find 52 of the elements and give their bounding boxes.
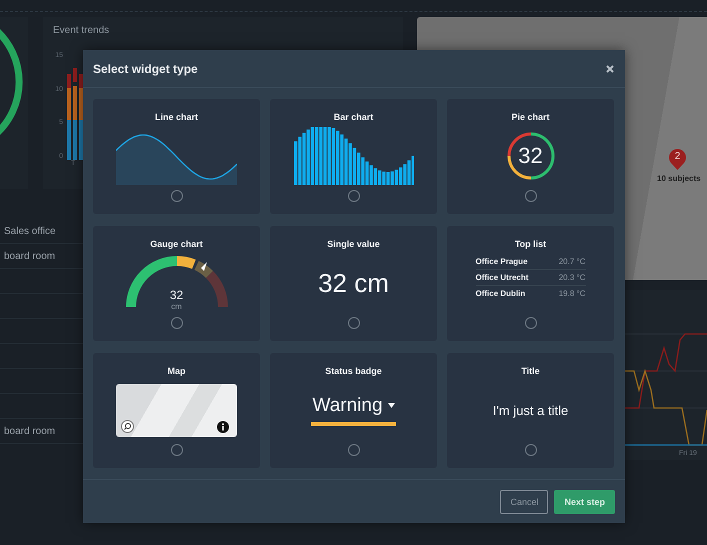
dialog-title: Select widget type bbox=[93, 62, 198, 76]
top-list-value: 20.3 °C bbox=[558, 273, 586, 282]
widget-option[interactable]: Line chart bbox=[93, 99, 260, 214]
table-cell: board room bbox=[4, 426, 56, 436]
widget-option[interactable]: Top list Office Prague 20.7 °C Office Utrecht 20.3 °C Office Dublin 19.8 °C bbox=[447, 226, 614, 342]
widget-title: Single value bbox=[327, 239, 380, 250]
widget-title: Pie chart bbox=[511, 112, 550, 122]
widget-option[interactable]: Status badge Warning bbox=[270, 353, 437, 468]
gauge-unit: cm bbox=[171, 302, 182, 312]
cancel-button[interactable]: Cancel bbox=[500, 490, 548, 514]
table-cell: Sales office bbox=[4, 226, 56, 236]
search-icon bbox=[121, 420, 134, 433]
top-list-name: Office Dublin bbox=[476, 289, 526, 298]
single-value: 32 cm bbox=[318, 268, 389, 299]
widget-option[interactable]: Title I'm just a title bbox=[447, 353, 614, 468]
table-cell: board room bbox=[4, 250, 56, 262]
radio-button[interactable] bbox=[170, 444, 182, 456]
radio-button[interactable] bbox=[348, 444, 360, 456]
widget-option[interactable]: Bar chart bbox=[270, 99, 437, 214]
widget-title: Top list bbox=[514, 239, 546, 250]
ring-chart-icon bbox=[506, 131, 556, 182]
radio-button[interactable] bbox=[524, 317, 536, 330]
status-text: Warning bbox=[312, 394, 383, 417]
panel-title: Event trends bbox=[53, 25, 110, 36]
caret-icon bbox=[388, 403, 395, 408]
top-list-value: 19.8 °C bbox=[558, 289, 586, 298]
widget-option[interactable]: Pie chart 32 bbox=[447, 99, 614, 214]
widget-title: Status badge bbox=[325, 366, 382, 376]
widget-title: Line chart bbox=[154, 112, 198, 122]
marker-label: 10 subjects bbox=[657, 174, 701, 183]
radio-button[interactable] bbox=[348, 190, 360, 202]
widget-option[interactable]: Map bbox=[93, 353, 260, 468]
widget-title: Map bbox=[168, 366, 186, 376]
top-list-name: Office Prague bbox=[476, 257, 528, 266]
radio-button[interactable] bbox=[524, 444, 536, 456]
close-button[interactable] bbox=[605, 64, 615, 74]
pie-value: 32 bbox=[518, 143, 543, 170]
info-icon bbox=[217, 420, 229, 433]
map-marker[interactable]: 2 bbox=[669, 149, 686, 170]
top-list-value: 20.7 °C bbox=[558, 257, 586, 266]
widget-title: Title bbox=[521, 366, 540, 376]
radio-button[interactable] bbox=[170, 317, 182, 330]
radio-button[interactable] bbox=[348, 317, 360, 330]
title-text: I'm just a title bbox=[492, 402, 568, 418]
widget-option[interactable]: Single value 32 cm bbox=[270, 226, 437, 342]
top-list-name: Office Utrecht bbox=[476, 273, 528, 282]
radio-button[interactable] bbox=[524, 190, 536, 202]
radio-button[interactable] bbox=[170, 190, 182, 202]
widget-title: Bar chart bbox=[334, 112, 374, 122]
gauge-value: 32 bbox=[170, 288, 184, 302]
widget-title: Gauge chart bbox=[150, 239, 203, 250]
widget-option[interactable]: Gauge chart 32 cm bbox=[93, 226, 260, 342]
